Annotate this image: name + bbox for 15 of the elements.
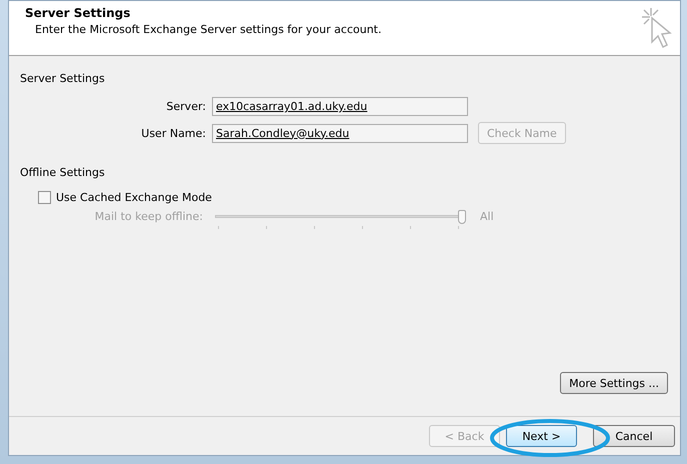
section-heading: Offline Settings <box>20 166 106 179</box>
more-settings-button[interactable]: More Settings ... <box>560 372 668 394</box>
subtitle: Enter the Microsoft Exchange Server settings for your account. <box>35 23 382 36</box>
dialog-button[interactable]: Cancel <box>593 425 675 447</box>
checkbox[interactable] <box>38 191 51 204</box>
dialog-button[interactable]: Next > <box>506 425 577 447</box>
text-field[interactable]: Sarah.Condley@uky.edu <box>212 124 468 142</box>
slider-value: All <box>480 210 494 223</box>
text-field[interactable]: ex10casarray01.ad.uky.edu <box>212 97 468 116</box>
section-heading: Server Settings <box>20 72 106 85</box>
window-title: Server Settings <box>25 6 132 20</box>
checkbox-label: Use Cached Exchange Mode <box>56 191 212 204</box>
field-label: Server: <box>165 100 206 113</box>
slider-label: Mail to keep offline: <box>94 210 203 223</box>
field-label: User Name: <box>140 126 206 140</box>
